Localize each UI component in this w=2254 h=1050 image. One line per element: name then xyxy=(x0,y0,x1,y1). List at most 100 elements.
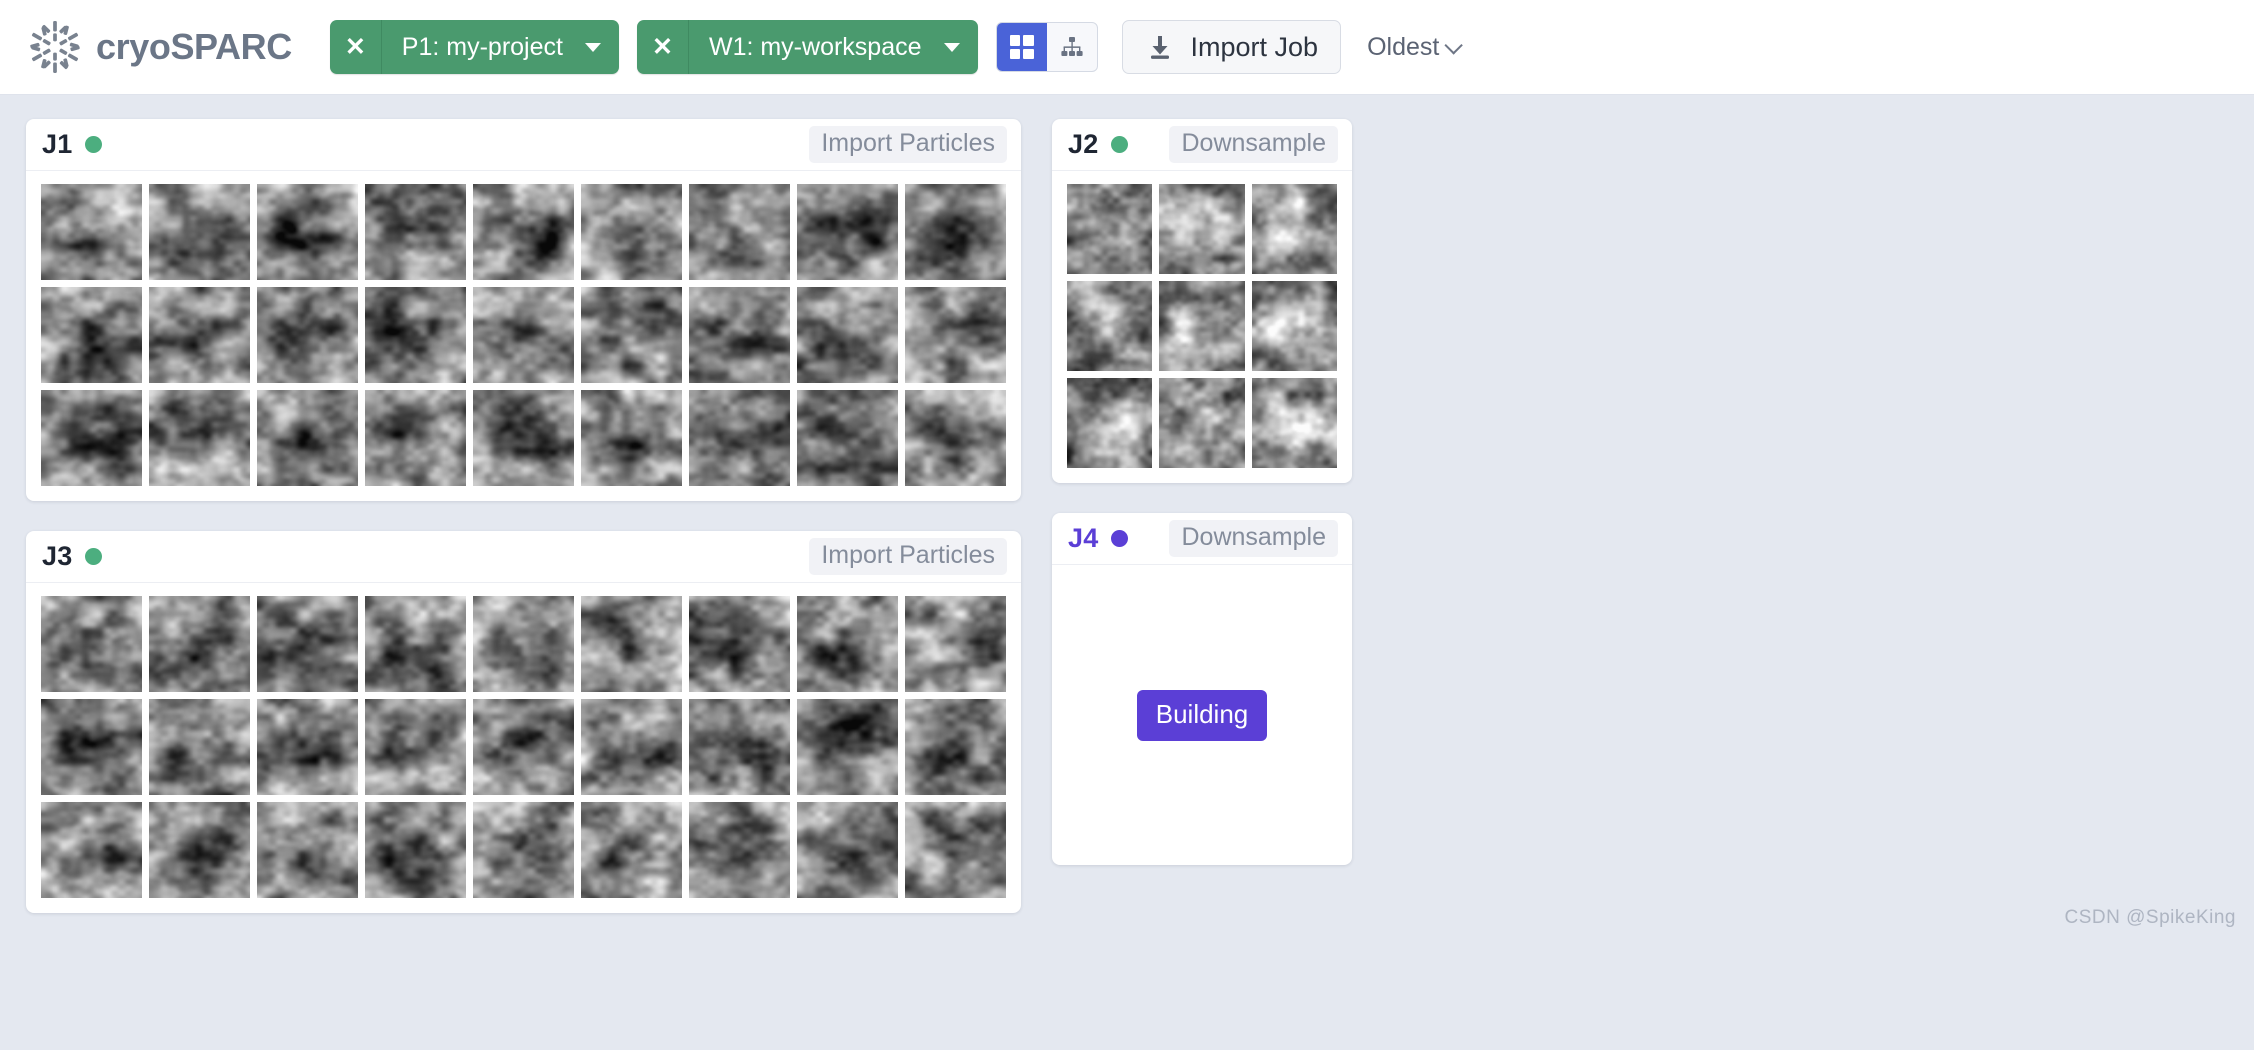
particle-thumbnail[interactable] xyxy=(148,698,251,796)
particle-thumbnail[interactable] xyxy=(1066,183,1154,275)
particle-thumbnail-grid[interactable] xyxy=(1052,171,1352,483)
board-column-right: J2 Downsample J4 Downsample Building xyxy=(1052,119,1352,913)
particle-thumbnail[interactable] xyxy=(1066,377,1154,469)
particle-thumbnail[interactable] xyxy=(796,698,899,796)
particle-thumbnail[interactable] xyxy=(148,389,251,487)
particle-thumbnail[interactable] xyxy=(148,595,251,693)
import-job-label: Import Job xyxy=(1190,31,1319,62)
particle-thumbnail[interactable] xyxy=(472,698,575,796)
status-badge: Building xyxy=(1136,689,1268,741)
job-card-j3[interactable]: J3 Import Particles xyxy=(26,531,1021,913)
particle-thumbnail[interactable] xyxy=(688,801,791,899)
job-card-j1[interactable]: J1 Import Particles xyxy=(26,119,1021,501)
particle-thumbnail[interactable] xyxy=(580,698,683,796)
brand-name: cryoSPARC xyxy=(96,26,292,67)
project-tab-label: P1: my-project xyxy=(401,32,563,61)
particle-thumbnail[interactable] xyxy=(40,595,143,693)
job-card-j4[interactable]: J4 Downsample Building xyxy=(1052,513,1352,865)
particle-thumbnail[interactable] xyxy=(472,286,575,384)
particle-thumbnail[interactable] xyxy=(904,801,1007,899)
particle-thumbnail[interactable] xyxy=(580,801,683,899)
particle-thumbnail[interactable] xyxy=(796,595,899,693)
particle-thumbnail[interactable] xyxy=(40,698,143,796)
project-tab-button[interactable]: P1: my-project xyxy=(382,20,619,74)
sort-order-dropdown[interactable]: Oldest xyxy=(1367,32,1464,62)
job-type-badge: Import Particles xyxy=(809,538,1007,575)
particle-thumbnail[interactable] xyxy=(688,183,791,281)
status-dot-complete xyxy=(85,136,103,153)
particle-thumbnail[interactable] xyxy=(1158,280,1246,372)
project-tab[interactable]: ✕ P1: my-project xyxy=(329,20,619,74)
status-dot-complete xyxy=(85,548,103,565)
caret-down-icon[interactable] xyxy=(943,42,960,52)
particle-thumbnail[interactable] xyxy=(364,698,467,796)
particle-thumbnail[interactable] xyxy=(1250,377,1338,469)
workspace-tab-label: W1: my-workspace xyxy=(708,32,922,61)
particle-thumbnail-grid[interactable] xyxy=(26,171,1021,501)
particle-thumbnail[interactable] xyxy=(1250,183,1338,275)
particle-thumbnail[interactable] xyxy=(1158,377,1246,469)
particle-thumbnail[interactable] xyxy=(256,801,359,899)
particle-thumbnail[interactable] xyxy=(256,595,359,693)
particle-thumbnail[interactable] xyxy=(796,801,899,899)
particle-thumbnail[interactable] xyxy=(580,286,683,384)
particle-thumbnail[interactable] xyxy=(40,389,143,487)
status-dot-building xyxy=(1111,530,1129,547)
particle-thumbnail[interactable] xyxy=(364,595,467,693)
particle-thumbnail-grid[interactable] xyxy=(26,583,1021,913)
particle-thumbnail[interactable] xyxy=(256,389,359,487)
particle-thumbnail[interactable] xyxy=(472,389,575,487)
particle-thumbnail[interactable] xyxy=(472,595,575,693)
particle-thumbnail[interactable] xyxy=(148,286,251,384)
particle-thumbnail[interactable] xyxy=(40,801,143,899)
particle-thumbnail[interactable] xyxy=(580,595,683,693)
particle-thumbnail[interactable] xyxy=(580,389,683,487)
particle-thumbnail[interactable] xyxy=(904,595,1007,693)
workspace-tab-button[interactable]: W1: my-workspace xyxy=(689,20,978,74)
particle-thumbnail[interactable] xyxy=(796,389,899,487)
particle-thumbnail[interactable] xyxy=(904,389,1007,487)
particle-thumbnail[interactable] xyxy=(688,595,791,693)
chevron-down-icon xyxy=(1444,35,1464,55)
particle-thumbnail[interactable] xyxy=(904,286,1007,384)
particle-thumbnail[interactable] xyxy=(688,286,791,384)
particle-thumbnail[interactable] xyxy=(796,286,899,384)
particle-thumbnail[interactable] xyxy=(40,286,143,384)
particle-thumbnail[interactable] xyxy=(256,698,359,796)
job-card-j2[interactable]: J2 Downsample xyxy=(1052,119,1352,483)
particle-thumbnail[interactable] xyxy=(688,389,791,487)
particle-thumbnail[interactable] xyxy=(364,389,467,487)
watermark: CSDN @SpikeKing xyxy=(2064,907,2236,928)
job-card-header: J2 Downsample xyxy=(1052,119,1352,171)
particle-thumbnail[interactable] xyxy=(148,801,251,899)
close-project-icon[interactable]: ✕ xyxy=(330,20,382,74)
tree-view-icon xyxy=(1060,37,1083,56)
particle-thumbnail[interactable] xyxy=(472,801,575,899)
particle-thumbnail[interactable] xyxy=(256,183,359,281)
job-card-header: J4 Downsample xyxy=(1052,513,1352,565)
particle-thumbnail[interactable] xyxy=(1158,183,1246,275)
particle-thumbnail[interactable] xyxy=(40,183,143,281)
import-job-button[interactable]: Import Job xyxy=(1121,20,1342,74)
close-workspace-icon[interactable]: ✕ xyxy=(637,20,689,74)
particle-thumbnail[interactable] xyxy=(148,183,251,281)
particle-thumbnail[interactable] xyxy=(796,183,899,281)
grid-view-button[interactable] xyxy=(996,23,1047,71)
particle-thumbnail[interactable] xyxy=(1250,280,1338,372)
board-column-left: J1 Import Particles J3 Import Particles xyxy=(26,119,1021,913)
particle-thumbnail[interactable] xyxy=(1066,280,1154,372)
particle-thumbnail[interactable] xyxy=(364,801,467,899)
particle-thumbnail[interactable] xyxy=(364,183,467,281)
sort-order-label: Oldest xyxy=(1367,32,1440,61)
particle-thumbnail[interactable] xyxy=(256,286,359,384)
cryosparc-pinwheel-logo xyxy=(30,20,80,74)
workspace-tab[interactable]: ✕ W1: my-workspace xyxy=(636,20,978,74)
particle-thumbnail[interactable] xyxy=(904,698,1007,796)
particle-thumbnail[interactable] xyxy=(364,286,467,384)
tree-view-button[interactable] xyxy=(1047,23,1097,71)
particle-thumbnail[interactable] xyxy=(904,183,1007,281)
particle-thumbnail[interactable] xyxy=(580,183,683,281)
particle-thumbnail[interactable] xyxy=(472,183,575,281)
caret-down-icon[interactable] xyxy=(584,42,601,52)
particle-thumbnail[interactable] xyxy=(688,698,791,796)
